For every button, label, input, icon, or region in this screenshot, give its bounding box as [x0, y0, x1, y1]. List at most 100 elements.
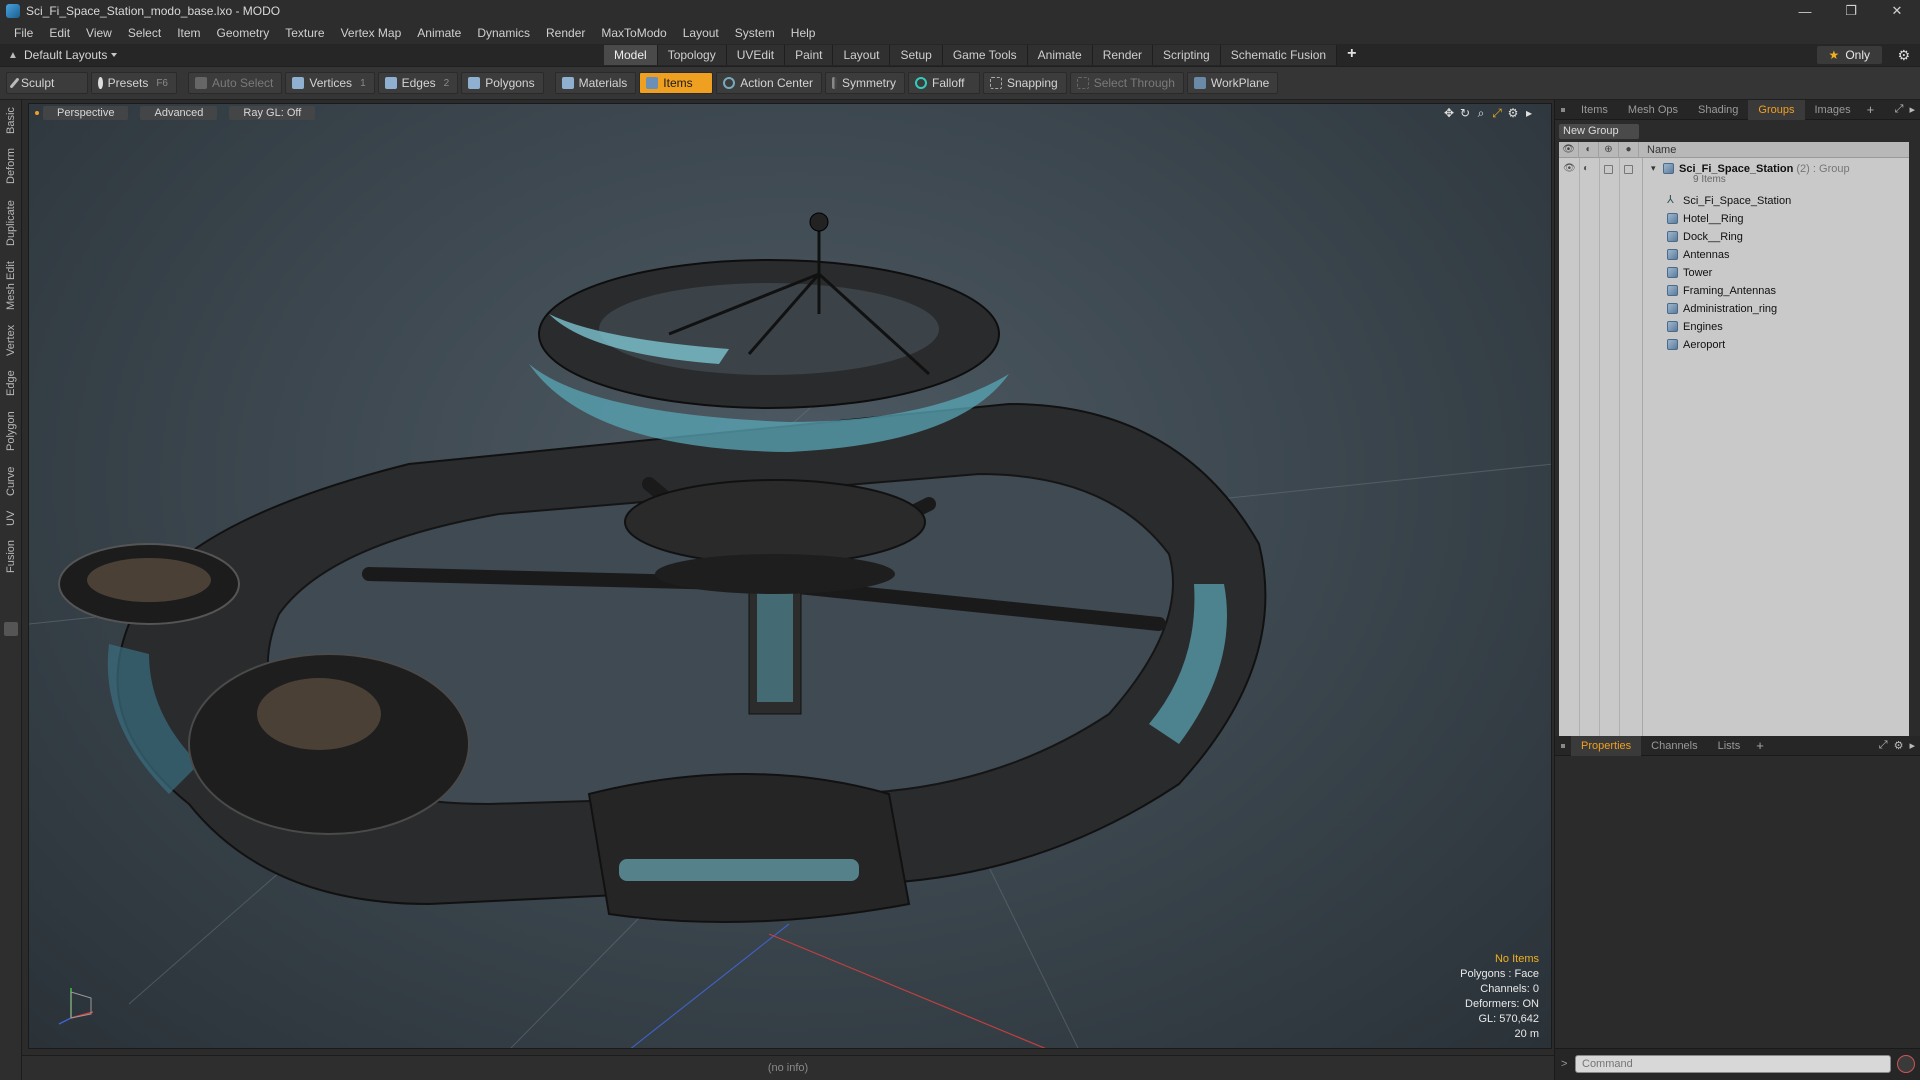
action-center-button[interactable]: Action Center [716, 72, 822, 94]
menu-render[interactable]: Render [538, 22, 593, 44]
viewport-settings-icon[interactable]: ⚙ [1505, 106, 1521, 120]
snapping-button[interactable]: Snapping [982, 72, 1067, 94]
tab-uvedit[interactable]: UVEdit [726, 45, 786, 65]
select-through-button[interactable]: Select Through [1069, 72, 1184, 94]
menu-geometry[interactable]: Geometry [209, 22, 278, 44]
vtab-fusion[interactable]: Fusion [3, 536, 19, 576]
tab-paint[interactable]: Paint [785, 45, 834, 65]
vtab-edge[interactable]: Edge [3, 366, 19, 400]
name-column-header[interactable]: Name [1647, 144, 1676, 156]
tree-item-administration-ring[interactable]: Administration_ring [1559, 300, 1909, 318]
add-panel-tab-button[interactable]: + [1861, 102, 1881, 117]
vtab-duplicate[interactable]: Duplicate [3, 194, 19, 252]
polygons-button[interactable]: Polygons [461, 72, 544, 94]
menu-edit[interactable]: Edit [41, 22, 78, 44]
vertices-button[interactable]: Vertices 1 [285, 72, 375, 94]
command-record-button[interactable] [1897, 1055, 1915, 1073]
tab-lists[interactable]: Lists [1708, 736, 1751, 756]
tab-shading[interactable]: Shading [1688, 100, 1748, 120]
group-row[interactable]: 👁 ◐ ▾ Sci_Fi_Space_Station (2) : Group 9… [1559, 160, 1909, 190]
tab-layout[interactable]: Layout [833, 45, 891, 65]
vtab-polygon[interactable]: Polygon [3, 406, 19, 456]
presets-button[interactable]: Presets F6 [91, 72, 177, 94]
menu-help[interactable]: Help [783, 22, 824, 44]
menu-texture[interactable]: Texture [277, 22, 332, 44]
tab-mesh-ops[interactable]: Mesh Ops [1618, 100, 1688, 120]
menu-system[interactable]: System [727, 22, 783, 44]
tab-setup[interactable]: Setup [890, 45, 943, 65]
materials-button[interactable]: Materials [554, 72, 637, 94]
bottom-panel-arrow-icon[interactable]: ▸ [1909, 739, 1915, 752]
tab-schematic-fusion[interactable]: Schematic Fusion [1220, 45, 1338, 65]
default-layouts-dropdown[interactable]: ▲ Default Layouts [8, 48, 118, 62]
move-view-icon[interactable]: ✥ [1441, 106, 1457, 120]
tab-images[interactable]: Images [1805, 100, 1861, 120]
sculpt-button[interactable]: Sculpt [6, 72, 88, 94]
shading-dropdown[interactable]: Advanced [140, 106, 218, 120]
menu-dynamics[interactable]: Dynamics [469, 22, 538, 44]
vtab-deform[interactable]: Deform [3, 144, 19, 188]
zoom-view-icon[interactable]: ⌕ [1473, 106, 1489, 120]
workplane-button[interactable]: WorkPlane [1186, 72, 1279, 94]
visibility-eye-icon[interactable]: 👁 [1563, 163, 1576, 174]
rotate-view-icon[interactable]: ↻ [1457, 106, 1473, 120]
raygl-dropdown[interactable]: Ray GL: Off [229, 106, 316, 120]
menu-animate[interactable]: Animate [409, 22, 469, 44]
fit-view-icon[interactable]: ⤢ [1489, 106, 1505, 120]
gear-icon[interactable]: ⚙ [1897, 47, 1910, 64]
tab-scripting[interactable]: Scripting [1153, 45, 1221, 65]
viewport-menu-dot[interactable] [35, 111, 39, 115]
select-checkbox[interactable] [1624, 165, 1633, 174]
tab-groups[interactable]: Groups [1748, 99, 1805, 120]
tab-animate[interactable]: Animate [1027, 45, 1093, 65]
add-layout-tab-button[interactable]: + [1337, 44, 1366, 66]
vtab-curve[interactable]: Curve [3, 462, 19, 500]
tab-render[interactable]: Render [1092, 45, 1154, 65]
menu-vertex-map[interactable]: Vertex Map [333, 22, 410, 44]
only-toggle-button[interactable]: ★ Only [1816, 46, 1882, 64]
menu-maxtomodo[interactable]: MaxToModo [593, 22, 674, 44]
expand-bottom-panel-icon[interactable]: ⤢ [1879, 739, 1888, 752]
visibility-column-icon[interactable]: 👁 [1559, 142, 1579, 158]
falloff-button[interactable]: Falloff [907, 72, 980, 94]
minimize-button[interactable]: — [1782, 0, 1828, 22]
tab-items[interactable]: Items [1571, 100, 1618, 120]
close-button[interactable]: ✕ [1874, 0, 1920, 22]
items-button[interactable]: Items [639, 72, 714, 94]
render-column-icon[interactable]: ◐ [1579, 142, 1599, 158]
vtab-mesh-edit[interactable]: Mesh Edit [3, 258, 19, 314]
bottom-panel-gear-icon[interactable]: ⚙ [1894, 739, 1904, 752]
tree-item-tower[interactable]: Tower [1559, 264, 1909, 282]
menu-view[interactable]: View [78, 22, 120, 44]
collapse-icon[interactable]: ▾ [1651, 163, 1656, 174]
vtab-basic[interactable]: Basic [3, 104, 19, 138]
auto-select-button[interactable]: Auto Select [188, 72, 283, 94]
render-toggle-icon[interactable]: ◐ [1583, 163, 1589, 174]
restore-button[interactable]: ❐ [1828, 0, 1874, 22]
menu-layout[interactable]: Layout [675, 22, 727, 44]
menu-item[interactable]: Item [169, 22, 208, 44]
symmetry-button[interactable]: Symmetry [824, 72, 905, 94]
view-type-dropdown[interactable]: Perspective [43, 106, 129, 120]
add-bottom-tab-button[interactable]: + [1750, 738, 1770, 753]
tab-topology[interactable]: Topology [657, 45, 727, 65]
select-column-icon[interactable]: ● [1619, 142, 1639, 158]
tree-item-dock-ring[interactable]: Dock__Ring [1559, 228, 1909, 246]
tool-tray-toggle[interactable] [4, 622, 18, 636]
lock-column-icon[interactable]: ⊕ [1599, 142, 1619, 158]
expand-panel-icon[interactable]: ⤢ [1895, 103, 1904, 116]
tab-game-tools[interactable]: Game Tools [942, 45, 1028, 65]
panel-arrow-icon[interactable]: ▸ [1909, 103, 1915, 116]
edges-button[interactable]: Edges 2 [377, 72, 459, 94]
lock-checkbox[interactable] [1604, 165, 1613, 174]
vtab-uv[interactable]: UV [3, 506, 19, 530]
tree-item-aeroport[interactable]: Aeroport [1559, 336, 1909, 354]
tree-item-framing-antennas[interactable]: Framing_Antennas [1559, 282, 1909, 300]
menu-select[interactable]: Select [120, 22, 169, 44]
tab-model[interactable]: Model [604, 45, 658, 65]
menu-file[interactable]: File [6, 22, 41, 44]
3d-viewport[interactable]: Perspective Advanced Ray GL: Off ✥ ↻ ⌕ ⤢… [28, 103, 1552, 1049]
tree-item-antennas[interactable]: Antennas [1559, 246, 1909, 264]
command-input[interactable] [1575, 1055, 1891, 1073]
panel-menu-dot[interactable] [1561, 107, 1565, 112]
